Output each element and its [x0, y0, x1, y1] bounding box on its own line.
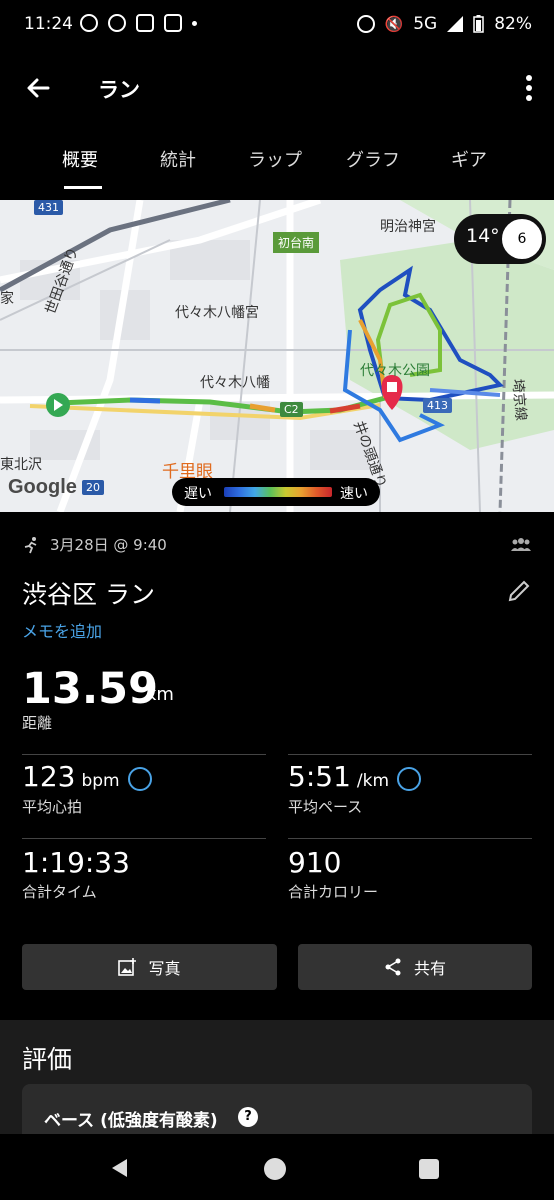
- activity-date: 3月28日 @ 9:40: [50, 536, 167, 554]
- route-badge: 413: [423, 398, 452, 413]
- stat-value: 910: [288, 846, 342, 879]
- route-map[interactable]: 431 初台南 明治神宮 代々木八幡宮 代々木八幡 代々木公園 世田谷通り 井の…: [0, 200, 554, 512]
- notification-icon: [108, 14, 126, 32]
- divider: [22, 754, 266, 755]
- map-label: 家: [0, 291, 14, 307]
- app-header: ラン: [0, 50, 554, 126]
- tab-gear[interactable]: ギア: [451, 146, 487, 172]
- map-label: 代々木公園: [360, 363, 430, 379]
- tab-graph[interactable]: グラフ: [346, 146, 400, 172]
- map-label: 初台南: [273, 232, 320, 253]
- wind-speed-icon: 6: [502, 219, 542, 259]
- pace-legend: 遅い 速い: [172, 478, 380, 506]
- activity-meta: 3月28日 @ 9:40: [22, 534, 167, 555]
- training-effect-label: ベース (低強度有酸素): [44, 1111, 218, 1131]
- route-badge: C2: [280, 402, 303, 417]
- notification-icons: [80, 14, 197, 32]
- total-time-stat: 1:19:33 合計タイム: [22, 846, 130, 902]
- back-arrow-icon[interactable]: [22, 72, 54, 104]
- legend-slow-label: 遅い: [184, 486, 212, 502]
- route-badge: 20: [82, 480, 104, 495]
- active-tab-indicator: [64, 186, 102, 189]
- map-label: 埼京線: [509, 378, 529, 422]
- nav-home-icon[interactable]: [264, 1158, 286, 1180]
- network-label: 5G: [413, 14, 438, 34]
- share-label: 共有: [413, 959, 446, 978]
- map-label: 明治神宮: [380, 219, 436, 235]
- help-icon[interactable]: ?: [238, 1107, 258, 1127]
- more-options-icon[interactable]: [522, 72, 536, 104]
- divider: [288, 838, 532, 839]
- heart-rate-icon: [127, 766, 152, 791]
- share-button[interactable]: 共有: [298, 944, 532, 990]
- group-icon[interactable]: [510, 538, 532, 552]
- edit-pencil-icon[interactable]: [506, 578, 532, 604]
- rating-title: 評価: [22, 1045, 73, 1074]
- pace-icon: [397, 766, 422, 791]
- photo-label: 写真: [148, 959, 181, 978]
- status-time: 11:24: [24, 14, 73, 34]
- legend-fast-label: 速い: [340, 486, 368, 502]
- instagram-icon: [136, 14, 154, 32]
- stat-unit: /km: [356, 771, 390, 791]
- battery-percent: 82%: [494, 14, 532, 34]
- stat-value: 123: [22, 760, 76, 793]
- stat-label: 平均心拍: [22, 797, 83, 816]
- map-label: 代々木八幡: [200, 375, 270, 391]
- add-photo-button[interactable]: 写真: [22, 944, 277, 990]
- add-photo-icon: [118, 958, 137, 976]
- stat-value: 1:19:33: [22, 846, 130, 879]
- google-logo: Google: [8, 476, 77, 498]
- map-label: 東北沢: [0, 457, 42, 473]
- route-badge: 431: [34, 200, 63, 215]
- divider: [288, 754, 532, 755]
- notification-icon: [80, 14, 98, 32]
- distance-unit: km: [146, 684, 174, 705]
- share-icon: [385, 958, 401, 976]
- temperature: 14°: [466, 225, 500, 247]
- nav-back-icon[interactable]: [112, 1159, 127, 1177]
- system-nav-bar: [0, 1134, 554, 1200]
- activity-title: 渋谷区 ラン: [22, 580, 155, 609]
- add-note-link[interactable]: メモを追加: [22, 618, 102, 642]
- stat-label: 平均ペース: [288, 797, 363, 816]
- page-title: ラン: [98, 78, 140, 102]
- weather-badge: 14° 6: [454, 214, 546, 264]
- signal-icon: [447, 16, 464, 32]
- data-saver-icon: [356, 15, 375, 33]
- pace-gradient-bar: [224, 487, 332, 497]
- stat-value: 5:51: [288, 760, 351, 793]
- tab-bar: 概要 統計 ラップ グラフ ギア: [0, 126, 554, 192]
- tab-stats[interactable]: 統計: [160, 146, 196, 172]
- tab-overview[interactable]: 概要: [62, 146, 98, 172]
- battery-icon: [473, 15, 484, 33]
- system-icons: 🔇 5G 82%: [356, 14, 532, 34]
- distance-label: 距離: [22, 714, 53, 732]
- divider: [22, 838, 266, 839]
- instagram-icon: [164, 14, 182, 32]
- status-bar: 11:24 🔇 5G 82%: [0, 0, 554, 50]
- nav-recents-icon[interactable]: [419, 1159, 439, 1179]
- mute-icon: 🔇: [384, 15, 404, 33]
- stat-label: 合計タイム: [22, 883, 97, 901]
- stat-label: 合計カロリー: [288, 883, 379, 901]
- stat-unit: bpm: [81, 771, 120, 791]
- distance-value: 13.59: [22, 664, 159, 714]
- tab-laps[interactable]: ラップ: [248, 146, 302, 172]
- running-icon: [24, 536, 37, 553]
- map-label: 代々木八幡宮: [175, 305, 259, 321]
- avg-pace-stat[interactable]: 5:51/km 平均ペース: [288, 760, 422, 817]
- avg-heart-rate-stat[interactable]: 123 bpm 平均心拍: [22, 760, 152, 817]
- more-notifications-icon: [192, 20, 197, 26]
- total-calories-stat: 910 合計カロリー: [288, 846, 378, 902]
